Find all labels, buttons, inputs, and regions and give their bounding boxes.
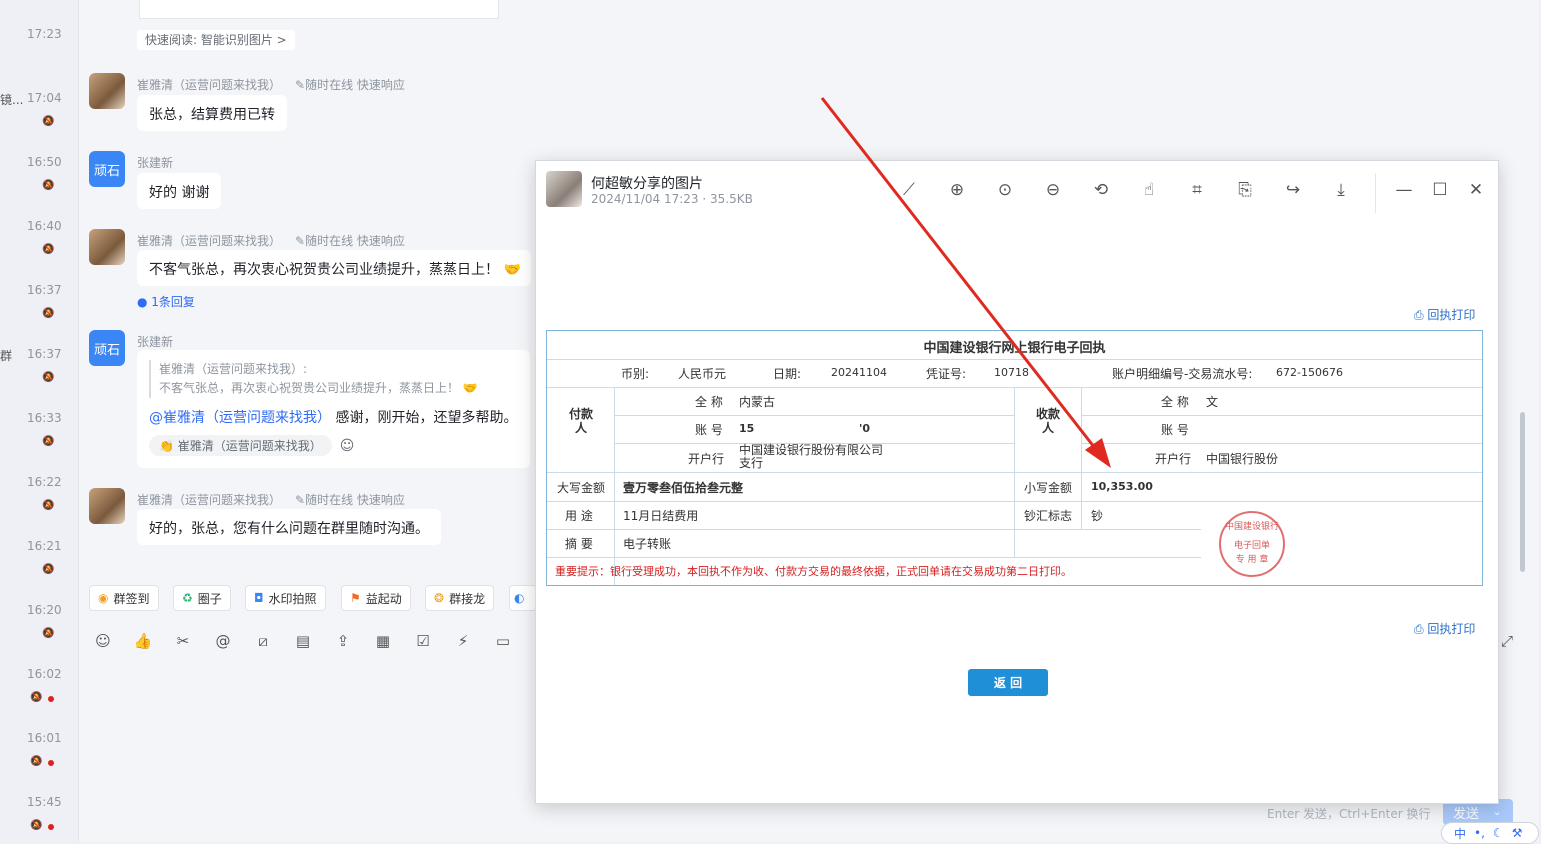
- annotation-arrow: [820, 97, 1111, 468]
